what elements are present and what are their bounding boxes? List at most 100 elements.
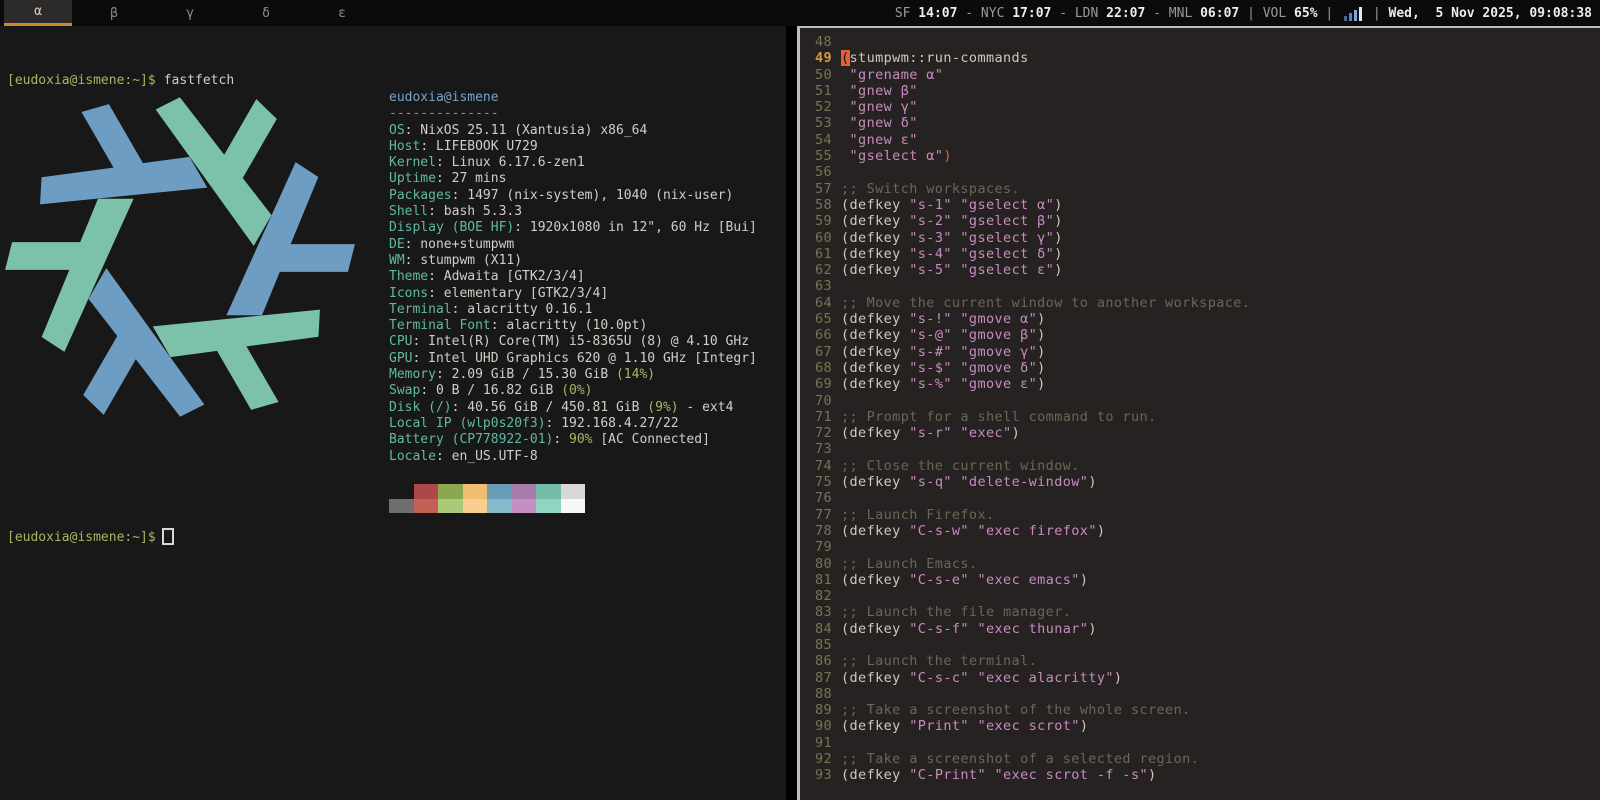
workspace-tab-β[interactable]: β (80, 0, 148, 26)
line-text: "grename α" (841, 67, 943, 83)
editor-line[interactable]: 72(defkey "s-r" "exec") (810, 425, 1600, 441)
editor-pane[interactable]: 4849(stumpwm::run-commands50 "grename α"… (797, 26, 1600, 800)
editor-line[interactable]: 52 "gnew γ" (810, 99, 1600, 115)
editor-line[interactable]: 85 (810, 637, 1600, 653)
fastfetch-title: eudoxia@ismene (389, 90, 499, 105)
prompt-line[interactable]: [eudoxia@ismene:~]$ (7, 530, 174, 546)
editor-line[interactable]: 90(defkey "Print" "exec scrot") (810, 718, 1600, 734)
editor-line[interactable]: 50 "grename α" (810, 67, 1600, 83)
editor-line[interactable]: 49(stumpwm::run-commands (810, 50, 1600, 66)
fastfetch-label: Swap (389, 383, 420, 398)
token-code: (defkey (841, 246, 909, 262)
shell-prompt: [eudoxia@ismene:~]$ (7, 530, 156, 545)
workspace-tab-δ[interactable]: δ (232, 0, 300, 26)
status-text: | (1365, 6, 1388, 21)
editor-line[interactable]: 53 "gnew δ" (810, 115, 1600, 131)
editor-line[interactable]: 82 (810, 588, 1600, 604)
fastfetch-label: Shell (389, 204, 428, 219)
line-number: 49 (810, 50, 832, 66)
editor-line[interactable]: 63 (810, 278, 1600, 294)
palette-swatch (414, 484, 439, 499)
editor-line[interactable]: 70 (810, 393, 1600, 409)
status-text: | (1318, 6, 1341, 21)
editor-line[interactable]: 69(defkey "s-%" "gmove ε") (810, 376, 1600, 392)
code-area[interactable]: 4849(stumpwm::run-commands50 "grename α"… (810, 34, 1600, 784)
signal-bar (1354, 10, 1357, 21)
token-code: (defkey (841, 718, 909, 734)
fastfetch-value: : 1497 (nix-system), 1040 (nix-user) (452, 188, 734, 203)
line-text: (defkey "s-q" "delete-window") (841, 474, 1097, 490)
fastfetch-value: : (553, 432, 569, 447)
editor-line[interactable]: 61(defkey "s-4" "gselect δ") (810, 246, 1600, 262)
fastfetch-line: Battery (CP778922-01): 90% [AC Connected… (389, 432, 757, 448)
fastfetch-label: Memory (389, 367, 436, 382)
fastfetch-line: Host: LIFEBOOK U729 (389, 139, 757, 155)
editor-line[interactable]: 84(defkey "C-s-f" "exec thunar") (810, 621, 1600, 637)
line-number: 76 (810, 490, 832, 506)
editor-line[interactable]: 68(defkey "s-$" "gmove δ") (810, 360, 1600, 376)
workspace-tab-γ[interactable]: γ (156, 0, 224, 26)
editor-line[interactable]: 78(defkey "C-s-w" "exec firefox") (810, 523, 1600, 539)
editor-line[interactable]: 76 (810, 490, 1600, 506)
editor-line[interactable]: 55 "gselect α") (810, 148, 1600, 164)
editor-line[interactable]: 89;; Take a screenshot of the whole scre… (810, 702, 1600, 718)
palette-swatch (389, 499, 414, 514)
fastfetch-line: -------------- (389, 106, 757, 122)
line-number: 79 (810, 539, 832, 555)
token-str: "Print" (909, 718, 969, 734)
editor-line[interactable]: 81(defkey "C-s-e" "exec emacs") (810, 572, 1600, 588)
editor-line[interactable]: 54 "gnew ε" (810, 132, 1600, 148)
palette-row-bright (389, 499, 585, 514)
editor-line[interactable]: 80;; Launch Emacs. (810, 556, 1600, 572)
token-str: "gmove γ" (960, 344, 1037, 360)
editor-line[interactable]: 75(defkey "s-q" "delete-window") (810, 474, 1600, 490)
fastfetch-value: : 40.56 GiB / 450.81 GiB (452, 400, 648, 415)
token-com: ;; Close the current window. (841, 458, 1080, 474)
signal-bar (1344, 16, 1347, 21)
editor-line[interactable]: 62(defkey "s-5" "gselect ε") (810, 262, 1600, 278)
editor-line[interactable]: 86;; Launch the terminal. (810, 653, 1600, 669)
terminal-pane[interactable]: [eudoxia@ismene:~]$fastfetch eudoxia@ism… (0, 26, 786, 800)
workspace-tab-α[interactable]: α (4, 0, 72, 26)
editor-line[interactable]: 58(defkey "s-1" "gselect α") (810, 197, 1600, 213)
line-number: 90 (810, 718, 832, 734)
editor-line[interactable]: 92;; Take a screenshot of a selected reg… (810, 751, 1600, 767)
editor-line[interactable]: 57;; Switch workspaces. (810, 181, 1600, 197)
workspace-tab-ε[interactable]: ε (308, 0, 376, 26)
editor-line[interactable]: 48 (810, 34, 1600, 50)
editor-line[interactable]: 66(defkey "s-@" "gmove β") (810, 327, 1600, 343)
editor-line[interactable]: 67(defkey "s-#" "gmove γ") (810, 344, 1600, 360)
line-number: 68 (810, 360, 832, 376)
token-str: "exec firefox" (977, 523, 1096, 539)
editor-line[interactable]: 60(defkey "s-3" "gselect γ") (810, 230, 1600, 246)
editor-line[interactable]: 59(defkey "s-2" "gselect β") (810, 213, 1600, 229)
editor-line[interactable]: 91 (810, 735, 1600, 751)
editor-line[interactable]: 79 (810, 539, 1600, 555)
editor-line[interactable]: 87(defkey "C-s-c" "exec alacritty") (810, 670, 1600, 686)
editor-line[interactable]: 65(defkey "s-!" "gmove α") (810, 311, 1600, 327)
token-code: ) (1054, 197, 1063, 213)
line-number: 85 (810, 637, 832, 653)
line-text: (defkey "s-!" "gmove α") (841, 311, 1046, 327)
editor-line[interactable]: 77;; Launch Firefox. (810, 507, 1600, 523)
editor-line[interactable]: 64;; Move the current window to another … (810, 295, 1600, 311)
editor-line[interactable]: 51 "gnew β" (810, 83, 1600, 99)
editor-line[interactable]: 74;; Close the current window. (810, 458, 1600, 474)
editor-line[interactable]: 88 (810, 686, 1600, 702)
token-str: "s-@" (909, 327, 952, 343)
editor-line[interactable]: 56 (810, 164, 1600, 180)
line-number: 55 (810, 148, 832, 164)
fastfetch-line: Uptime: 27 mins (389, 171, 757, 187)
fastfetch-output: eudoxia@ismene--------------OS: NixOS 25… (389, 90, 757, 465)
line-number: 80 (810, 556, 832, 572)
token-code: (defkey (841, 360, 909, 376)
editor-line[interactable]: 73 (810, 441, 1600, 457)
token-str: "s-5" (909, 262, 952, 278)
editor-line[interactable]: 93(defkey "C-Print" "exec scrot -f -s") (810, 767, 1600, 783)
token-code: (defkey (841, 213, 909, 229)
palette-swatch (561, 484, 586, 499)
editor-line[interactable]: 71;; Prompt for a shell command to run. (810, 409, 1600, 425)
status-text: NYC (981, 6, 1012, 21)
editor-line[interactable]: 83;; Launch the file manager. (810, 604, 1600, 620)
token-code: (defkey (841, 327, 909, 343)
